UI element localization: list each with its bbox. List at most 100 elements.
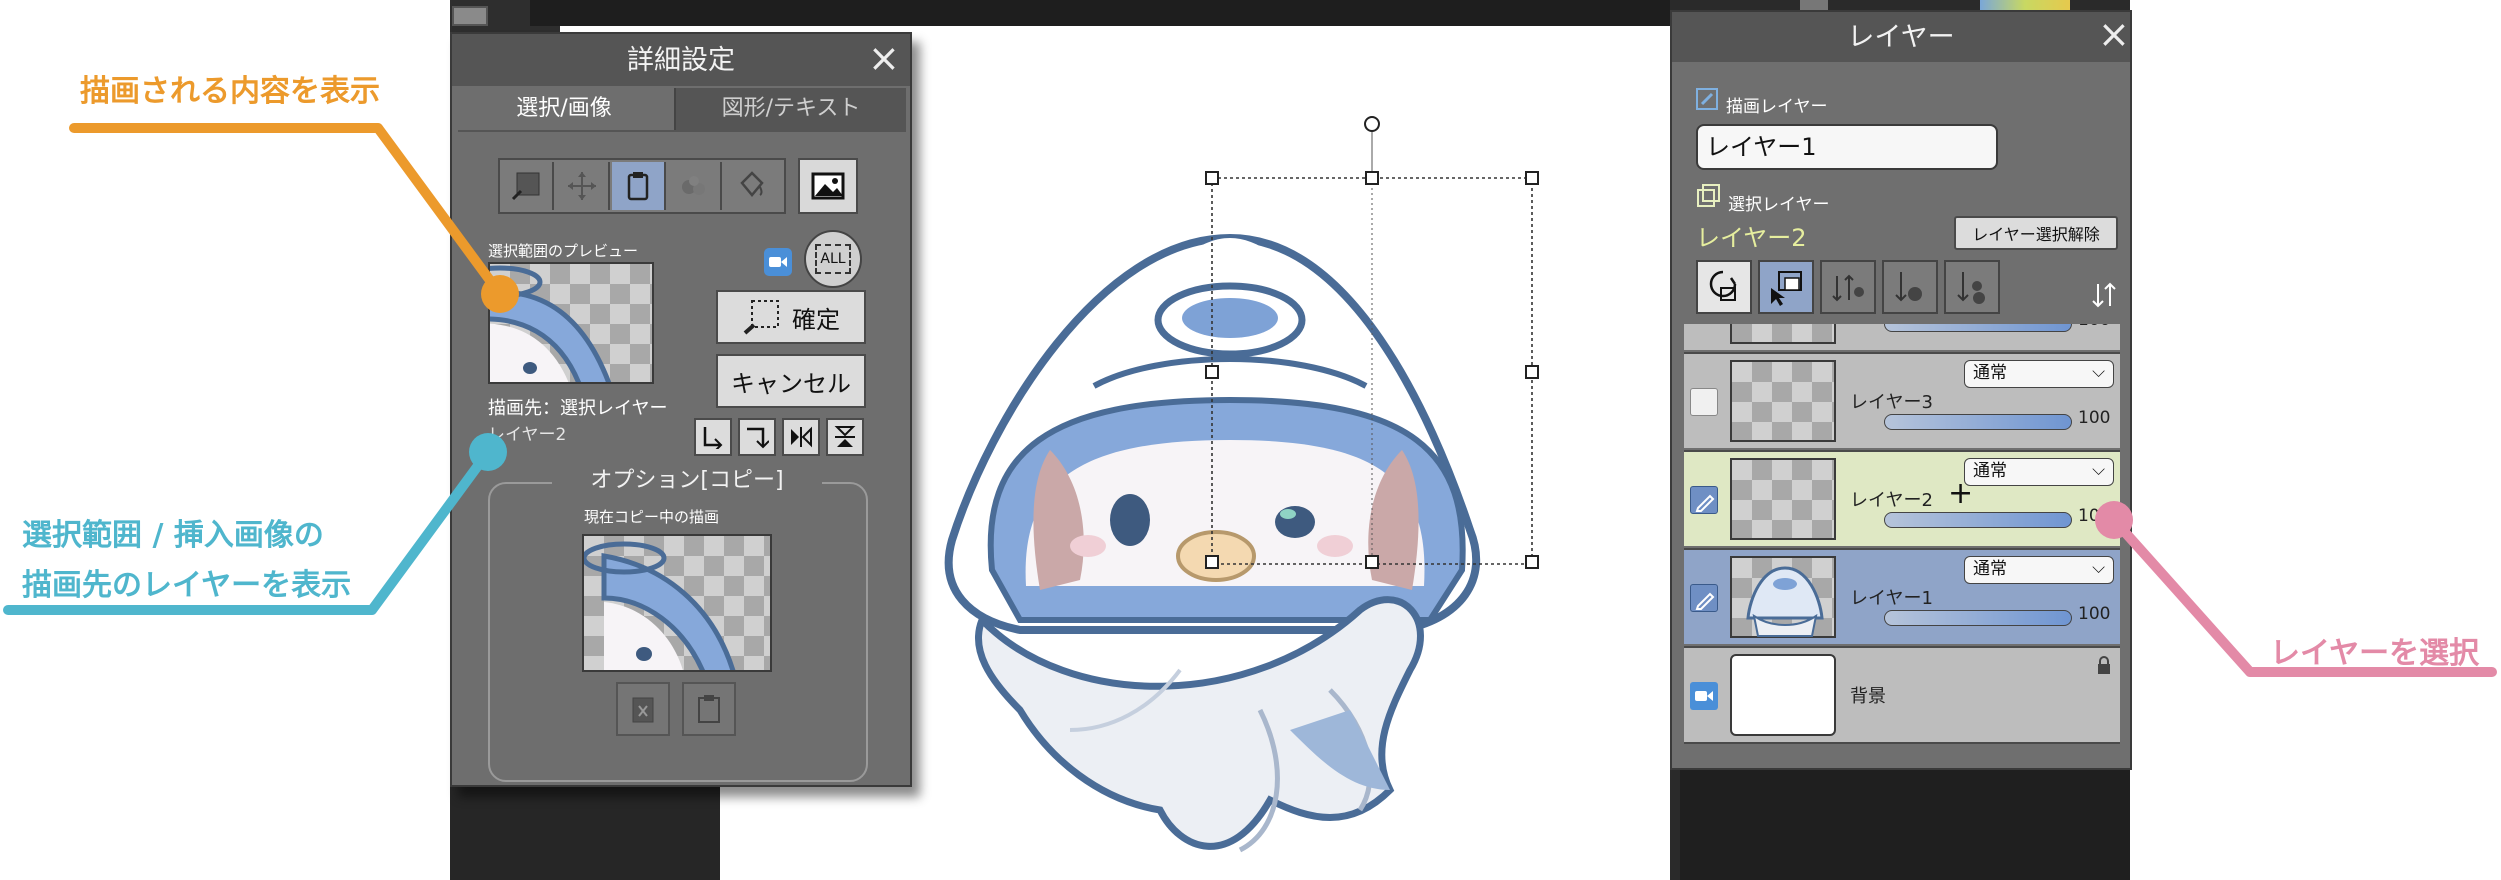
layer-sort-icon [1832,274,1864,302]
select-layer-icon [1697,184,1720,207]
draw-layer-pencil-icon [1696,88,1718,110]
rotate-left-icon [703,427,723,449]
confirm-label: 確定 [792,305,840,334]
layer-close-icon[interactable]: × [2098,14,2130,54]
blend-mode-select[interactable]: 通常 ⌵ [1964,556,2114,584]
layer-opacity-value: 100 [2078,408,2111,428]
chevron-down-icon: ⌵ [2092,362,2105,382]
selection-preview [488,262,654,384]
clear-clipboard-button[interactable] [616,682,670,736]
bucket-icon[interactable] [724,162,778,210]
rotate-right-icon [747,427,769,449]
layer-thumb [1730,556,1836,638]
layer-thumb [1730,654,1836,736]
confirm-button[interactable]: 確定 [716,290,866,344]
detail-panel-title: 詳細設定 [452,34,910,86]
flip-horizontal-icon [791,426,812,448]
annotation-target-line1: 選択範囲 / 挿入画像の [22,518,324,553]
blend-mode-select[interactable]: 通常 ⌵ [1964,458,2114,486]
target-prefix: 描画先：選択レイヤー [488,398,668,419]
layer-opacity-value: 100 [2078,324,2110,330]
preview-artwork [490,265,612,382]
layer-name: レイヤー2 [1850,490,1933,511]
workspace-right-bottom [1680,770,2130,880]
layer-select-mode-button[interactable] [1758,260,1814,314]
layer-row-partial[interactable]: 100 [1684,324,2120,350]
layer-edit-pencil-icon[interactable] [1690,486,1718,514]
blur-icon[interactable] [668,162,722,210]
layer-edit-pencil-icon[interactable] [1690,584,1718,612]
layer-merge-all-icon [1957,272,1985,304]
copy-preview [582,534,772,672]
layer-opacity-value: 100 [2078,506,2111,526]
layer-reorder-icon[interactable] [2090,280,2118,310]
layer-merge-down-button[interactable] [1882,260,1938,314]
tab-shape-text[interactable]: 図形/テキスト [674,88,906,130]
flip-horizontal-button[interactable] [782,418,820,456]
rotate-left-button[interactable] [694,418,732,456]
chevron-down-icon: ⌵ [2092,558,2105,578]
all-dashed-box: ALL [815,244,851,274]
release-layer-selection-button[interactable]: レイヤー選択解除 [1954,216,2118,250]
layer-thumb [1730,324,1836,344]
layer-visibility-checkbox[interactable] [1690,388,1718,416]
layer-opacity-slider[interactable] [1884,324,2072,332]
layer-opacity-slider[interactable] [1884,414,2072,430]
layer-row-background[interactable]: 背景 [1684,646,2120,744]
insert-image-button[interactable] [798,158,858,214]
layer-select-toggle-button[interactable] [1696,260,1752,314]
option-copy-title: オプション[コピー] [552,466,822,496]
draw-layer-name-field[interactable]: レイヤー1 [1696,124,1998,170]
flip-vertical-button[interactable] [826,418,864,456]
top-right-swatch [1800,0,1828,10]
camera-icon[interactable] [1690,682,1718,710]
detail-close-icon[interactable]: × [868,38,900,78]
select-layer-value: レイヤー2 [1696,224,1807,252]
layer-sort-button[interactable] [1820,260,1876,314]
layer-panel-title: レイヤー [1672,12,2130,62]
preview-label: 選択範囲のプレビュー [488,242,639,260]
clear-clipboard-icon [632,697,654,723]
lasso-fill-icon[interactable] [500,162,554,210]
select-layer-label: 選択レイヤー [1728,195,1830,215]
layer-name: レイヤー3 [1850,392,1933,413]
layer-select-toggle-icon [1709,270,1737,301]
paste-clipboard-button[interactable] [682,682,736,736]
blend-mode-value: 通常 [1973,363,2007,383]
lock-icon [2098,656,2110,674]
workspace-top-bar [530,0,1670,26]
layer-row-1-active[interactable]: レイヤー1 通常 ⌵ 100 [1684,548,2120,644]
annotation-select-layer: レイヤーを選択 [2270,636,2480,671]
top-left-swatch [452,6,488,26]
camera-icon[interactable] [764,248,792,276]
layer-panel: レイヤー × 描画レイヤー レイヤー1 選択レイヤー レイヤー2 レイヤー選択解… [1670,10,2132,770]
cancel-button[interactable]: キャンセル [716,354,866,408]
detail-settings-panel: 詳細設定 × 選択/画像 図形/テキスト 選択範囲のプレビュー ALL 確定 キ… [450,32,912,787]
rotate-right-button[interactable] [738,418,776,456]
workspace-bottom-dark [450,780,720,880]
tab-underline [458,130,906,132]
clipboard-icon[interactable] [612,162,666,210]
layer-row-3[interactable]: レイヤー3 通常 ⌵ 100 [1684,352,2120,448]
layer-thumb [1730,360,1836,442]
selection-bounding-box[interactable] [1180,104,1540,574]
blend-mode-select[interactable]: 通常 ⌵ [1964,360,2114,388]
tab-selection-image[interactable]: 選択/画像 [458,88,670,130]
copy-label: 現在コピー中の描画 [584,508,720,526]
move-icon[interactable] [556,162,610,210]
layer-opacity-slider[interactable] [1884,512,2072,528]
layer-row-2-selected[interactable]: レイヤー2 + 通常 ⌵ 100 [1684,450,2120,546]
all-select-button[interactable]: ALL [804,230,862,288]
layer-merge-all-button[interactable] [1944,260,2000,314]
flip-vertical-icon [834,426,856,447]
blend-mode-value: 通常 [1973,461,2007,481]
layer-opacity-slider[interactable] [1884,610,2072,626]
target-layer-name: レイヤー2 [488,425,567,445]
paste-clipboard-icon [698,695,720,723]
chevron-down-icon: ⌵ [2092,460,2105,480]
annotation-draw-content: 描画される内容を表示 [80,74,380,109]
layer-name: レイヤー1 [1850,588,1933,609]
layer-thumb [1730,458,1836,540]
draw-layer-label: 描画レイヤー [1726,97,1828,117]
confirm-selection-icon [743,300,779,335]
